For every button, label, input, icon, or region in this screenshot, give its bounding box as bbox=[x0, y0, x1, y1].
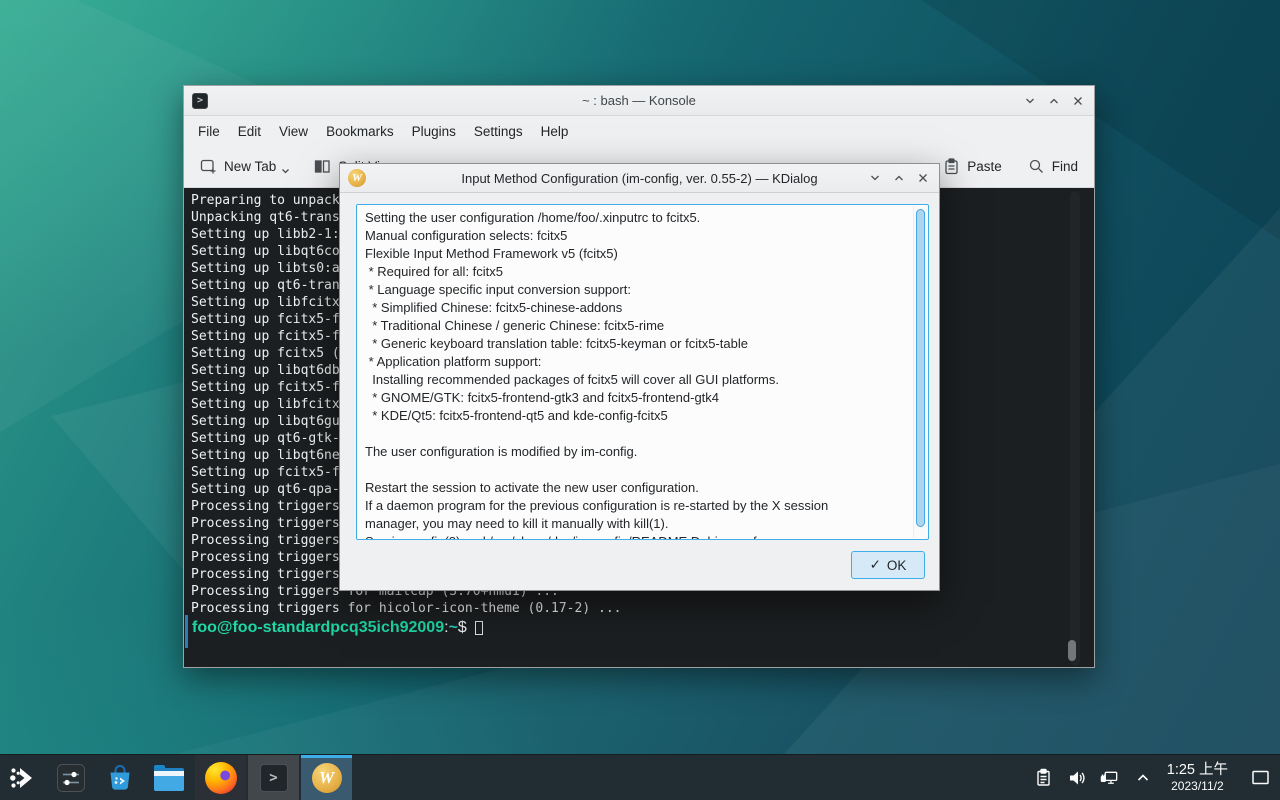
clipboard-icon bbox=[1034, 768, 1053, 787]
menu-item[interactable]: Settings bbox=[474, 124, 523, 139]
kdialog-window-title: Input Method Configuration (im-config, v… bbox=[340, 171, 939, 186]
system-tray bbox=[1034, 768, 1153, 788]
chevron-down-icon bbox=[281, 168, 290, 175]
dialog-text-line bbox=[365, 462, 908, 480]
kde-launcher-icon bbox=[9, 765, 35, 791]
close-button[interactable] bbox=[915, 171, 930, 186]
wine-w-icon: W bbox=[312, 763, 342, 793]
dolphin-folder-icon bbox=[154, 765, 184, 791]
dialog-text-line: * Simplified Chinese: fcitx5-chinese-add… bbox=[365, 300, 908, 318]
maximize-button[interactable] bbox=[891, 171, 906, 186]
dialog-text-area[interactable]: Setting the user configuration /home/foo… bbox=[356, 204, 929, 540]
menu-item[interactable]: Plugins bbox=[412, 124, 456, 139]
firefox-icon bbox=[205, 762, 237, 794]
menu-item[interactable]: View bbox=[279, 124, 308, 139]
digital-clock[interactable]: 1:25 上午 2023/11/2 bbox=[1167, 762, 1228, 793]
dialog-scrollbar-thumb[interactable] bbox=[916, 209, 925, 527]
ok-button-label: OK bbox=[887, 558, 907, 573]
maximize-button[interactable] bbox=[1046, 93, 1061, 108]
network-tray-button[interactable] bbox=[1100, 768, 1120, 788]
new-tab-button[interactable]: New Tab bbox=[200, 158, 292, 175]
menu-item[interactable]: Edit bbox=[238, 124, 261, 139]
clock-time: 1:25 上午 bbox=[1167, 762, 1228, 779]
task-konsole[interactable]: > bbox=[248, 755, 299, 800]
dialog-scrollbar[interactable] bbox=[913, 206, 927, 538]
new-tab-icon bbox=[200, 158, 217, 175]
dialog-text-line: * KDE/Qt5: fcitx5-frontend-qt5 and kde-c… bbox=[365, 408, 908, 426]
chevron-up-icon bbox=[1135, 770, 1151, 786]
system-settings-button[interactable] bbox=[55, 755, 87, 800]
dialog-text-line: Restart the session to activate the new … bbox=[365, 480, 908, 498]
terminal-line: Processing triggers for hicolor-icon-the… bbox=[191, 601, 1094, 618]
speaker-icon bbox=[1067, 768, 1087, 788]
dialog-text-line: * Traditional Chinese / generic Chinese:… bbox=[365, 318, 908, 336]
new-tab-label: New Tab bbox=[224, 159, 276, 174]
dialog-text-line: * Generic keyboard translation table: fc… bbox=[365, 336, 908, 354]
dialog-text-line: Installing recommended packages of fcitx… bbox=[365, 372, 908, 390]
discover-button[interactable] bbox=[104, 755, 136, 800]
show-desktop-icon bbox=[1251, 769, 1270, 786]
dialog-text-line: * GNOME/GTK: fcitx5-frontend-gtk3 and fc… bbox=[365, 390, 908, 408]
task-firefox[interactable] bbox=[195, 755, 246, 800]
close-button[interactable] bbox=[1070, 93, 1085, 108]
dialog-text-line bbox=[365, 426, 908, 444]
discover-bag-icon bbox=[105, 763, 135, 793]
find-label: Find bbox=[1052, 159, 1078, 174]
dialog-text-line: Flexible Input Method Framework v5 (fcit… bbox=[365, 246, 908, 264]
chevron-up-icon bbox=[892, 171, 906, 185]
volume-tray-button[interactable] bbox=[1067, 768, 1087, 788]
settings-sliders-icon bbox=[57, 764, 85, 792]
dialog-text-line: * Required for all: fcitx5 bbox=[365, 264, 908, 282]
task-kdialog-active[interactable]: W bbox=[301, 755, 352, 800]
close-icon bbox=[916, 171, 930, 185]
dialog-text-line: Setting the user configuration /home/foo… bbox=[365, 210, 908, 228]
clipboard-tray-button[interactable] bbox=[1034, 768, 1054, 788]
dialog-text-line: The user configuration is modified by im… bbox=[365, 444, 908, 462]
dialog-text-line: If a daemon program for the previous con… bbox=[365, 498, 908, 516]
konsole-icon: > bbox=[260, 764, 288, 792]
paste-icon bbox=[943, 158, 960, 175]
show-desktop-button[interactable] bbox=[1248, 755, 1272, 800]
find-button[interactable]: Find bbox=[1028, 158, 1078, 175]
clock-date: 2023/11/2 bbox=[1167, 779, 1228, 793]
minimize-button[interactable] bbox=[1022, 93, 1037, 108]
taskbar: > W bbox=[0, 754, 1280, 800]
dialog-text-line: Manual configuration selects: fcitx5 bbox=[365, 228, 908, 246]
menu-item[interactable]: Bookmarks bbox=[326, 124, 394, 139]
close-icon bbox=[1071, 94, 1085, 108]
konsole-menubar: File Edit View Bookmarks Plugins Setting… bbox=[184, 116, 1094, 146]
split-view-icon bbox=[314, 158, 331, 175]
ok-button[interactable]: ✓ OK bbox=[851, 551, 925, 579]
dialog-text-line: * Language specific input conversion sup… bbox=[365, 282, 908, 300]
chevron-down-icon bbox=[868, 171, 882, 185]
dialog-text: Setting the user configuration /home/foo… bbox=[357, 205, 928, 540]
menu-item[interactable]: File bbox=[198, 124, 220, 139]
konsole-window-title: ~ : bash — Konsole bbox=[184, 93, 1094, 108]
kdialog-titlebar[interactable]: W Input Method Configuration (im-config,… bbox=[340, 164, 939, 193]
tray-expander-button[interactable] bbox=[1133, 768, 1153, 788]
check-icon: ✓ bbox=[870, 557, 881, 573]
menu-item[interactable]: Help bbox=[541, 124, 569, 139]
kdialog-window: W Input Method Configuration (im-config,… bbox=[339, 163, 940, 591]
minimize-button[interactable] bbox=[867, 171, 882, 186]
desktop-background: > ~ : bash — Konsole File Edit V bbox=[0, 0, 1280, 800]
dialog-text-line: manager, you may need to kill it manuall… bbox=[365, 516, 908, 534]
dialog-text-line: * Application platform support: bbox=[365, 354, 908, 372]
chevron-down-icon bbox=[1023, 94, 1037, 108]
konsole-titlebar[interactable]: > ~ : bash — Konsole bbox=[184, 86, 1094, 116]
chevron-up-icon bbox=[1047, 94, 1061, 108]
search-icon bbox=[1028, 158, 1045, 175]
paste-button[interactable]: Paste bbox=[943, 158, 1002, 175]
file-manager-button[interactable] bbox=[153, 755, 185, 800]
dialog-text-line: See im-config(8) and /usr/share/doc/im-c… bbox=[365, 534, 908, 540]
network-icon bbox=[1100, 768, 1120, 788]
paste-label: Paste bbox=[967, 159, 1002, 174]
application-launcher-button[interactable] bbox=[6, 755, 38, 800]
